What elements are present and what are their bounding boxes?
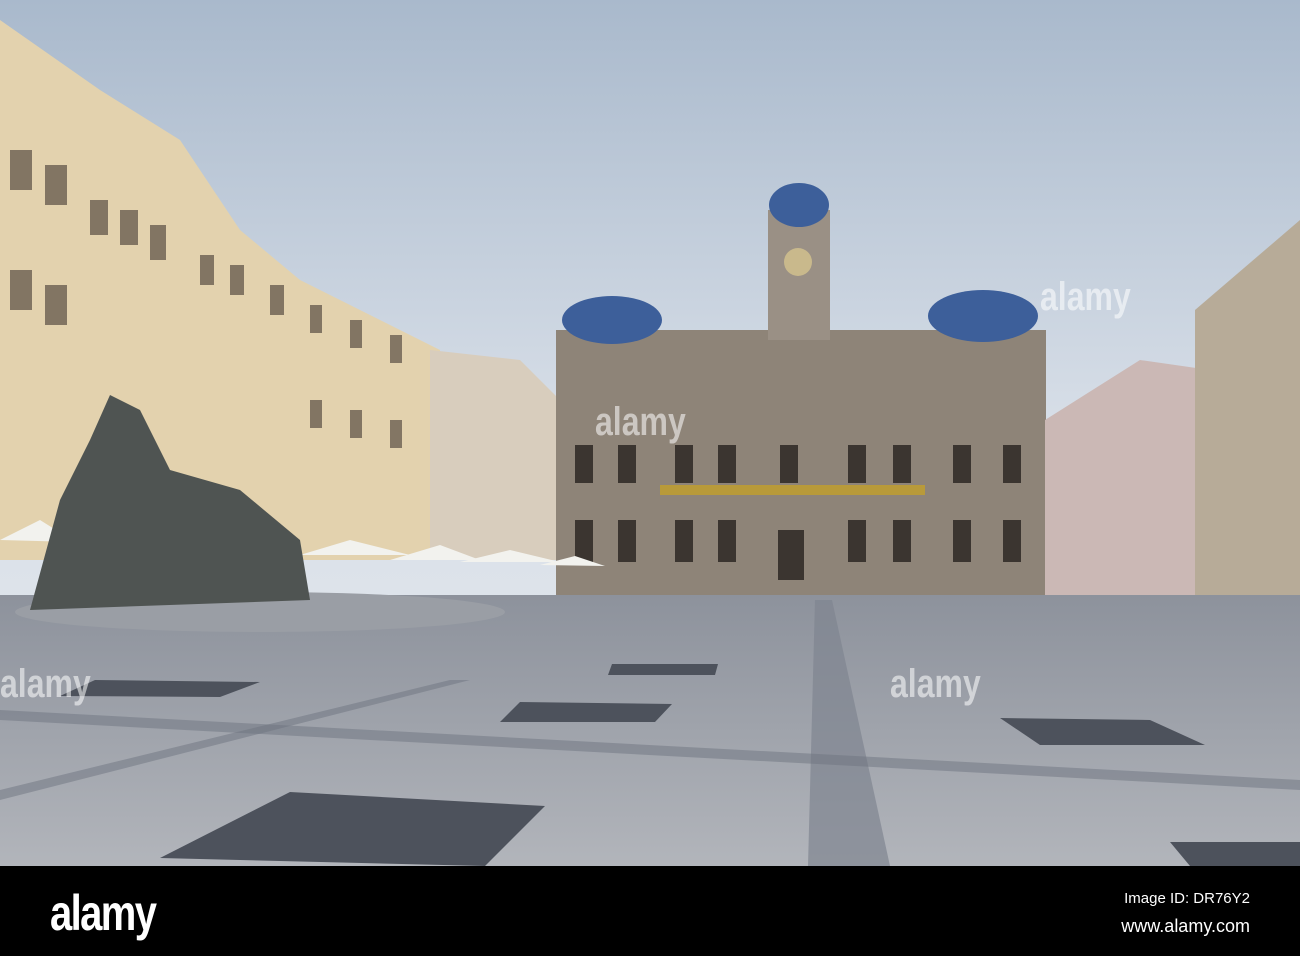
right-dome [928, 290, 1038, 342]
watermark: alamy [890, 662, 981, 706]
watermark: alamy [0, 662, 91, 706]
alamy-logo: alamy [50, 885, 157, 941]
watermark: alamy [595, 400, 686, 444]
clock [784, 248, 812, 276]
site-link[interactable]: www.alamy.com [1121, 916, 1250, 937]
balcony-banner [660, 485, 925, 495]
footer-bar: alamy Image ID: DR76Y2 www.alamy.com [0, 866, 1300, 956]
image-id: Image ID: DR76Y2 [1124, 890, 1250, 907]
central-dome [769, 183, 829, 227]
watermark: alamy [1040, 275, 1131, 319]
left-buildings-far [430, 350, 560, 560]
left-dome [562, 296, 662, 344]
stock-photo: alamy alamy alamy alamy alamy Image ID: … [0, 0, 1300, 956]
